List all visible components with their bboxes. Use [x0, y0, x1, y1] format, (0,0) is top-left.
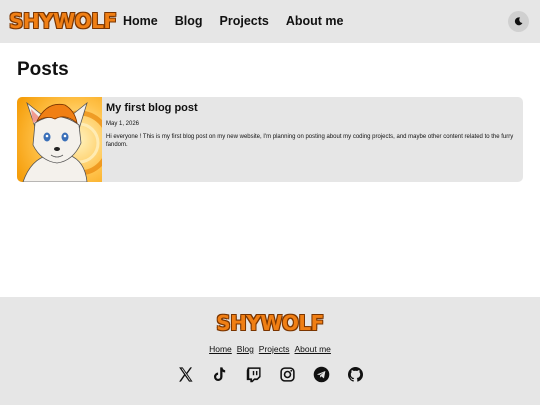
instagram-icon[interactable]	[278, 365, 297, 384]
post-card[interactable]: My first blog post May 1, 2026 Hi everyo…	[17, 97, 523, 182]
nav-link-home[interactable]: Home	[123, 13, 158, 29]
post-title[interactable]: My first blog post	[106, 101, 515, 115]
footer-link-home[interactable]: Home	[209, 344, 232, 355]
tiktok-icon[interactable]	[210, 365, 229, 384]
footer-nav: Home Blog Projects About me	[0, 344, 540, 355]
footer-link-blog[interactable]: Blog	[237, 344, 254, 355]
moon-icon	[514, 17, 523, 26]
post-content: My first blog post May 1, 2026 Hi everyo…	[106, 101, 515, 149]
nav-link-projects[interactable]: Projects	[220, 13, 269, 29]
footer-link-projects[interactable]: Projects	[259, 344, 290, 355]
post-thumbnail	[17, 97, 102, 182]
main-nav: Home Blog Projects About me	[123, 13, 344, 29]
footer-logo[interactable]: SHYWOLF	[0, 311, 540, 335]
page-title: Posts	[17, 59, 69, 80]
site-logo[interactable]: SHYWOLF	[9, 9, 117, 33]
social-links	[0, 365, 540, 384]
nav-link-blog[interactable]: Blog	[175, 13, 203, 29]
x-icon[interactable]	[176, 365, 195, 384]
top-navbar: SHYWOLF Home Blog Projects About me	[0, 0, 540, 43]
twitch-icon[interactable]	[244, 365, 263, 384]
theme-toggle-button[interactable]	[508, 11, 529, 32]
nav-link-about[interactable]: About me	[286, 13, 344, 29]
footer: SHYWOLF Home Blog Projects About me	[0, 297, 540, 405]
github-icon[interactable]	[346, 365, 365, 384]
post-date: May 1, 2026	[106, 121, 140, 127]
post-excerpt: Hi everyone ! This is my first blog post…	[106, 134, 514, 148]
telegram-icon[interactable]	[312, 365, 331, 384]
footer-link-about[interactable]: About me	[295, 344, 331, 355]
